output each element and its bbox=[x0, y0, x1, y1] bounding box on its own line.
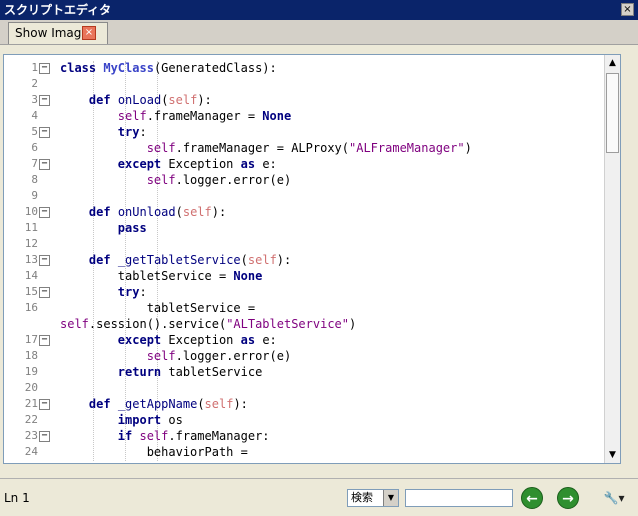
tab-close-icon[interactable]: × bbox=[82, 26, 96, 40]
tab-label: Show Image bbox=[15, 26, 89, 40]
code-line: pass bbox=[117, 221, 147, 235]
line-number: 1 bbox=[31, 61, 38, 74]
code-line: self.frameManager = ALProxy("ALFrameMana… bbox=[146, 141, 472, 155]
code-line: if self.frameManager: bbox=[117, 429, 270, 443]
vertical-scrollbar[interactable]: ▲ ▼ bbox=[604, 55, 620, 463]
code-editor[interactable]: 1 2 3 4 5 6 7 8 9 10 11 12 13 14 15 16 1… bbox=[3, 54, 621, 464]
scroll-thumb[interactable] bbox=[606, 73, 619, 153]
fold-toggle-icon[interactable]: − bbox=[39, 335, 50, 346]
line-number: 14 bbox=[24, 269, 38, 282]
line-number: 22 bbox=[24, 413, 38, 426]
scroll-up-icon[interactable]: ▲ bbox=[605, 55, 620, 71]
code-line: self.frameManager = None bbox=[117, 109, 292, 123]
line-indicator: Ln 1 bbox=[4, 491, 30, 505]
line-number: 3 bbox=[31, 93, 38, 106]
chevron-down-icon[interactable]: ▼ bbox=[383, 490, 398, 506]
search-mode-value: 検索 bbox=[351, 491, 373, 504]
code-line: self.logger.error(e) bbox=[146, 349, 292, 363]
line-number: 17 bbox=[24, 333, 38, 346]
code-line: import os bbox=[117, 413, 183, 427]
tab-show-image[interactable]: Show Image × bbox=[8, 22, 108, 44]
line-number: 5 bbox=[31, 125, 38, 138]
line-number: 20 bbox=[24, 381, 38, 394]
code-line: def onUnload(self): bbox=[88, 205, 227, 219]
close-icon[interactable]: × bbox=[621, 3, 634, 16]
search-mode-select[interactable]: 検索 ▼ bbox=[347, 489, 399, 507]
code-line: except Exception as e: bbox=[117, 157, 277, 171]
next-arrow-icon[interactable]: → bbox=[557, 487, 579, 509]
previous-arrow-icon[interactable]: ← bbox=[521, 487, 543, 509]
window-titlebar: スクリプトエディタ × bbox=[0, 0, 638, 20]
line-number: 10 bbox=[24, 205, 38, 218]
fold-toggle-icon[interactable]: − bbox=[39, 287, 50, 298]
line-number: 24 bbox=[24, 445, 38, 458]
fold-toggle-icon[interactable]: − bbox=[39, 255, 50, 266]
line-number: 7 bbox=[31, 157, 38, 170]
tab-strip: Show Image × bbox=[0, 20, 638, 44]
code-line: def _getAppName(self): bbox=[88, 397, 248, 411]
fold-toggle-icon[interactable]: − bbox=[39, 159, 50, 170]
code-line: try: bbox=[117, 125, 147, 139]
code-line: tabletService = bbox=[60, 301, 256, 315]
window-title: スクリプトエディタ bbox=[4, 3, 112, 17]
fold-toggle-icon[interactable]: − bbox=[39, 63, 50, 74]
line-number: 18 bbox=[24, 349, 38, 362]
wrench-icon[interactable]: 🔧▾ bbox=[598, 489, 630, 507]
line-number: 19 bbox=[24, 365, 38, 378]
code-line: return tabletService bbox=[117, 365, 263, 379]
line-number: 8 bbox=[31, 173, 38, 186]
code-line: self.logger.error(e) bbox=[146, 173, 292, 187]
line-number: 23 bbox=[24, 429, 38, 442]
line-number: 2 bbox=[31, 77, 38, 90]
line-number: 15 bbox=[24, 285, 38, 298]
fold-toggle-icon[interactable]: − bbox=[39, 399, 50, 410]
search-input[interactable] bbox=[405, 489, 513, 507]
fold-toggle-icon[interactable]: − bbox=[39, 207, 50, 218]
code-line: except Exception as e: bbox=[117, 333, 277, 347]
line-number: 12 bbox=[24, 237, 38, 250]
fold-toggle-icon[interactable]: − bbox=[39, 95, 50, 106]
code-line: try: bbox=[117, 285, 147, 299]
scroll-down-icon[interactable]: ▼ bbox=[605, 447, 620, 463]
code-line: class MyClass(GeneratedClass): bbox=[60, 61, 277, 75]
fold-toggle-icon[interactable]: − bbox=[39, 431, 50, 442]
line-number: 21 bbox=[24, 397, 38, 410]
code-line: def _getTabletService(self): bbox=[88, 253, 292, 267]
code-line: self.session().service("ALTabletService"… bbox=[60, 317, 357, 331]
code-line: tabletService = None bbox=[60, 269, 263, 283]
line-number: 16 bbox=[24, 301, 38, 314]
line-number: 13 bbox=[24, 253, 38, 266]
line-number: 6 bbox=[31, 141, 38, 154]
code-line: def onLoad(self): bbox=[88, 93, 212, 107]
line-number: 11 bbox=[24, 221, 38, 234]
status-bar: Ln 1 検索 ▼ ← → 🔧▾ bbox=[0, 478, 638, 516]
line-number: 4 bbox=[31, 109, 38, 122]
fold-toggle-icon[interactable]: − bbox=[39, 127, 50, 138]
code-line: behaviorPath = bbox=[60, 445, 248, 459]
line-number: 9 bbox=[31, 189, 38, 202]
